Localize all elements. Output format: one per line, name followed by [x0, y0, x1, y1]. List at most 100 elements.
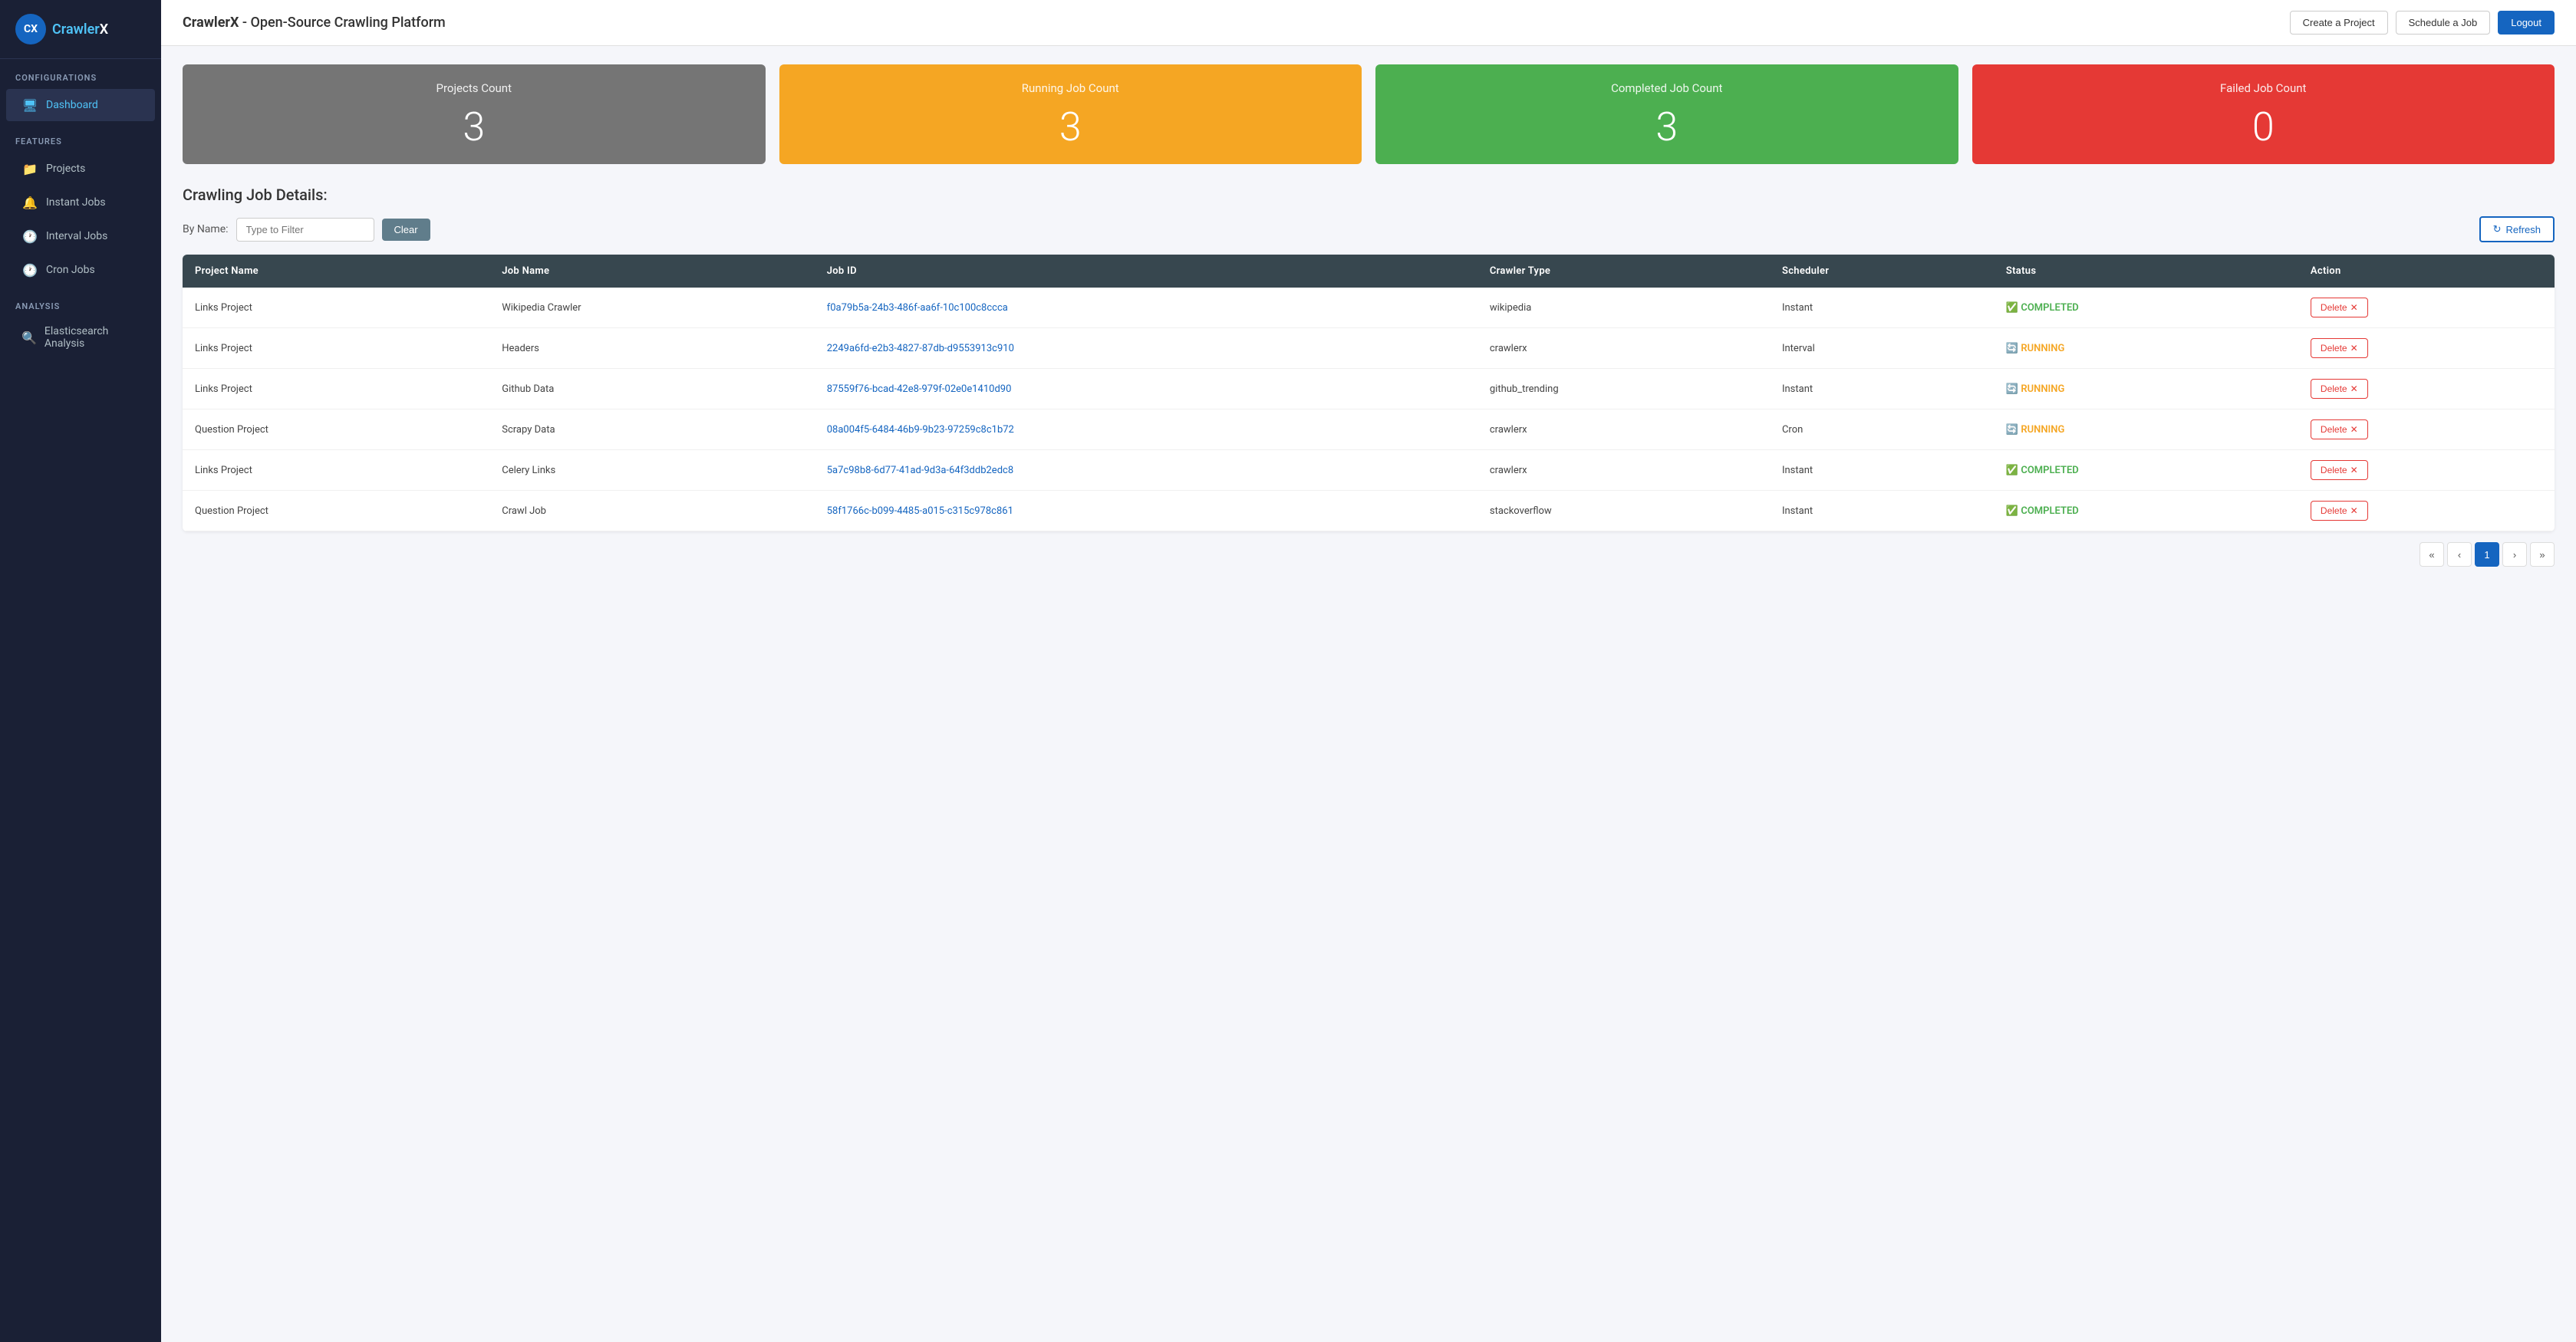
action-cell: Delete ✕ [2298, 491, 2555, 531]
delete-button[interactable]: Delete ✕ [2311, 460, 2368, 480]
scheduler: Instant [1770, 288, 1994, 328]
job-id: 87559f76-bcad-42e8-979f-02e0e1410d90 [815, 369, 1477, 410]
sidebar-item-interval-jobs[interactable]: 🕐Interval Jobs [6, 220, 155, 252]
stat-card-value: 0 [1988, 107, 2540, 147]
status-cell: ✅ COMPLETED [1994, 288, 2298, 328]
search-input[interactable] [236, 218, 374, 242]
sidebar-item-label: Elasticsearch Analysis [44, 325, 140, 350]
table-row: Question ProjectScrapy Data08a004f5-6484… [183, 410, 2555, 450]
delete-icon: ✕ [2350, 424, 2358, 435]
page-last-button[interactable]: » [2530, 542, 2555, 567]
title-rest: - Open-Source Crawling Platform [239, 15, 445, 31]
status-badge: 🔄 RUNNING [2006, 424, 2286, 436]
create-project-button[interactable]: Create a Project [2290, 11, 2388, 35]
refresh-label: Refresh [2505, 224, 2541, 235]
scheduler: Interval [1770, 328, 1994, 369]
sidebar-item-label: Cron Jobs [46, 264, 95, 276]
delete-icon: ✕ [2350, 343, 2358, 354]
refresh-button[interactable]: ↻ Refresh [2479, 216, 2555, 242]
job-name: Github Data [489, 369, 815, 410]
scheduler: Instant [1770, 369, 1994, 410]
status-badge: ✅ COMPLETED [2006, 302, 2286, 314]
action-cell: Delete ✕ [2298, 410, 2555, 450]
delete-button[interactable]: Delete ✕ [2311, 379, 2368, 399]
stat-card-label: Projects Count [198, 81, 750, 95]
sidebar-item-label: Dashboard [46, 99, 98, 111]
status-badge: ✅ COMPLETED [2006, 505, 2286, 517]
main-content: CrawlerX - Open-Source Crawling Platform… [161, 0, 2576, 1342]
crawler-type: stackoverflow [1477, 491, 1770, 531]
sidebar-item-label: Interval Jobs [46, 230, 107, 242]
status-cell: 🔄 RUNNING [1994, 328, 2298, 369]
action-cell: Delete ✕ [2298, 328, 2555, 369]
job-name: Headers [489, 328, 815, 369]
stat-card-gray: Projects Count 3 [183, 64, 766, 164]
sidebar-item-instant-jobs[interactable]: 🔔 Instant Jobs [6, 186, 155, 219]
job-id: 58f1766c-b099-4485-a015-c315c978c861 [815, 491, 1477, 531]
job-name: Celery Links [489, 450, 815, 491]
sidebar-item-cron-jobs[interactable]: 🕐 Cron Jobs [6, 254, 155, 286]
job-id-link[interactable]: 5a7c98b8-6d77-41ad-9d3a-64f3ddb2edc8 [827, 465, 1013, 476]
sidebar-item-elasticsearch[interactable]: 🔍Elasticsearch Analysis [6, 317, 155, 357]
brand-name: CrawlerX [183, 15, 239, 31]
col-header-status: Status [1994, 255, 2298, 288]
job-id-link[interactable]: 87559f76-bcad-42e8-979f-02e0e1410d90 [827, 383, 1012, 395]
status-cell: ✅ COMPLETED [1994, 450, 2298, 491]
jobs-table-wrapper: Project NameJob NameJob IDCrawler TypeSc… [183, 255, 2555, 531]
job-id: f0a79b5a-24b3-486f-aa6f-10c100c8ccca [815, 288, 1477, 328]
action-cell: Delete ✕ [2298, 369, 2555, 410]
delete-icon: ✕ [2350, 505, 2358, 516]
status-cell: ✅ COMPLETED [1994, 491, 2298, 531]
job-id-link[interactable]: 2249a6fd-e2b3-4827-87db-d9553913c910 [827, 343, 1014, 354]
stat-card-value: 3 [795, 107, 1347, 147]
sidebar-logo: CX CrawlerX [0, 0, 161, 59]
filter-label: By Name: [183, 223, 229, 235]
crawler-type: crawlerx [1477, 328, 1770, 369]
sidebar-item-label: Projects [46, 163, 85, 175]
sidebar-item-label: Instant Jobs [46, 196, 106, 209]
page-current-button[interactable]: 1 [2475, 542, 2499, 567]
job-name: Crawl Job [489, 491, 815, 531]
table-row: Links ProjectWikipedia Crawlerf0a79b5a-2… [183, 288, 2555, 328]
col-header-scheduler: Scheduler [1770, 255, 1994, 288]
col-header-job-name: Job Name [489, 255, 815, 288]
table-row: Links ProjectCelery Links5a7c98b8-6d77-4… [183, 450, 2555, 491]
instant-jobs-icon: 🔔 [21, 194, 38, 211]
projects-icon: 📁 [21, 160, 38, 177]
sidebar-item-dashboard[interactable]: 🖥Dashboard [6, 89, 155, 121]
stat-card-red: Failed Job Count0 [1972, 64, 2555, 164]
job-id-link[interactable]: 58f1766c-b099-4485-a015-c315c978c861 [827, 505, 1013, 517]
crawler-type: wikipedia [1477, 288, 1770, 328]
section-title: Crawling Job Details: [183, 186, 2555, 204]
delete-icon: ✕ [2350, 465, 2358, 475]
table-header: Project NameJob NameJob IDCrawler TypeSc… [183, 255, 2555, 288]
job-id-link[interactable]: f0a79b5a-24b3-486f-aa6f-10c100c8ccca [827, 302, 1008, 314]
delete-button[interactable]: Delete ✕ [2311, 501, 2368, 521]
page-first-button[interactable]: « [2420, 542, 2444, 567]
action-cell: Delete ✕ [2298, 450, 2555, 491]
stat-card-label: Completed Job Count [1391, 81, 1943, 95]
cron-jobs-icon: 🕐 [21, 261, 38, 278]
status-cell: 🔄 RUNNING [1994, 369, 2298, 410]
col-header-crawler-type: Crawler Type [1477, 255, 1770, 288]
stat-card-value: 3 [198, 107, 750, 147]
sidebar-item-projects[interactable]: 📁 Projects [6, 153, 155, 185]
sidebar-section-label: ANALYSIS [0, 288, 161, 316]
clear-button[interactable]: Clear [382, 219, 430, 241]
status-badge: 🔄 RUNNING [2006, 343, 2286, 354]
logout-button[interactable]: Logout [2498, 11, 2555, 35]
col-header-project-name: Project Name [183, 255, 489, 288]
sidebar-sections: CONFIGURATIONS🖥DashboardFEATURES📁Project… [0, 59, 161, 359]
page-prev-button[interactable]: ‹ [2447, 542, 2472, 567]
delete-button[interactable]: Delete ✕ [2311, 298, 2368, 317]
delete-button[interactable]: Delete ✕ [2311, 419, 2368, 439]
logo-icon: CX [15, 14, 46, 44]
job-id: 08a004f5-6484-46b9-9b23-97259c8c1b72 [815, 410, 1477, 450]
page-next-button[interactable]: › [2502, 542, 2527, 567]
table-body: Links ProjectWikipedia Crawlerf0a79b5a-2… [183, 288, 2555, 531]
delete-button[interactable]: Delete ✕ [2311, 338, 2368, 358]
job-id-link[interactable]: 08a004f5-6484-46b9-9b23-97259c8c1b72 [827, 424, 1014, 436]
status-badge: ✅ COMPLETED [2006, 465, 2286, 476]
schedule-job-button[interactable]: Schedule a Job [2396, 11, 2491, 35]
table-header-row: Project NameJob NameJob IDCrawler TypeSc… [183, 255, 2555, 288]
